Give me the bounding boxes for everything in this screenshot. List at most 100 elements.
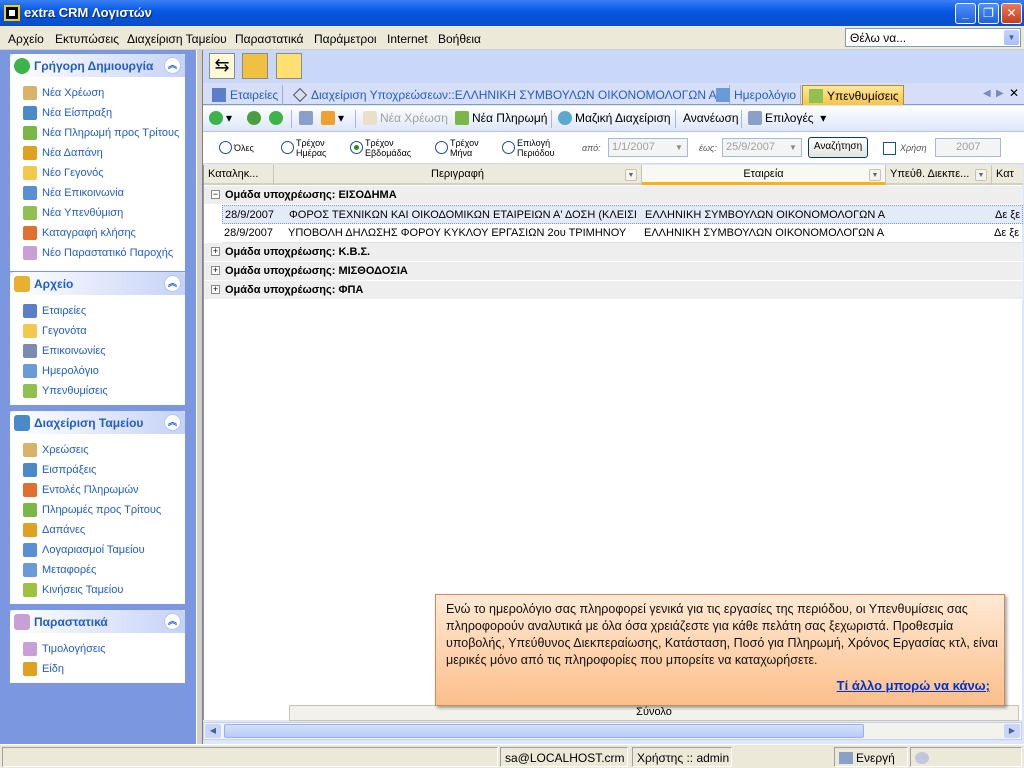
refresh-green-button[interactable] <box>247 111 264 125</box>
year-checkbox[interactable] <box>883 142 896 155</box>
from-date-input[interactable]: 1/1/2007 ▼ <box>608 138 688 157</box>
close-button[interactable]: ✕ <box>1001 3 1022 24</box>
col-description[interactable]: Περιγραφή ▼ <box>274 165 642 185</box>
col-company[interactable]: Εταιρεία ▼ <box>642 165 886 185</box>
group-row[interactable]: + Ομάδα υποχρέωσης: ΦΠΑ <box>204 281 1023 300</box>
sidebar-item-receipts[interactable]: Εισπράξεις <box>11 461 184 481</box>
search-button[interactable]: Αναζήτηση <box>808 137 868 158</box>
tab-scroll-right-icon[interactable]: ▶ <box>996 88 1004 99</box>
search-input[interactable]: Θέλω να... ▼ <box>845 28 1021 47</box>
chevron-down-icon[interactable]: ▼ <box>672 140 686 155</box>
swap-arrows-icon[interactable]: ⇆ <box>209 53 235 79</box>
menu-prints[interactable]: Εκτυπώσεις <box>55 32 119 46</box>
filter-dropdown-icon[interactable]: ▼ <box>869 169 881 181</box>
windows-icon[interactable] <box>276 53 302 79</box>
col-status[interactable]: Κατ <box>992 165 1023 185</box>
collapse-icon[interactable]: ︽ <box>164 414 181 431</box>
sidebar-item-log-call[interactable]: Καταγραφή κλήσης <box>11 224 184 244</box>
sidebar-item-expenses[interactable]: Δαπάνες <box>11 521 184 541</box>
sidebar-item-calendar[interactable]: Ημερολόγιο <box>11 362 184 382</box>
sidebar-item-reminders[interactable]: Υπενθυμίσεις <box>11 382 184 402</box>
group-row[interactable]: + Ομάδα υποχρέωσης: Κ.Β.Σ. <box>204 243 1023 262</box>
menu-file[interactable]: Αρχείο <box>8 32 44 46</box>
menu-parameters[interactable]: Παράμετροι <box>314 32 377 46</box>
sidebar-item-companies[interactable]: Εταιρείες <box>11 302 184 322</box>
restore-button[interactable]: ❐ <box>978 3 999 24</box>
new-charge-button[interactable]: Νέα Χρέωση <box>363 111 448 125</box>
collapse-icon[interactable]: ︽ <box>164 57 181 74</box>
radio-current-week[interactable] <box>350 141 363 154</box>
what-else-link[interactable]: Τί άλλο μπορώ να κάνω; <box>837 678 990 693</box>
sidebar-item-communications[interactable]: Επικοινωνίες <box>11 342 184 362</box>
tab-obligations[interactable]: Διαχείριση Υποχρεώσεων::ΕΛΛΗΝΙΚΗ ΣΥΜΒΟΥΛ… <box>287 85 730 105</box>
sidebar-item-new-communication[interactable]: Νέα Επικοινωνία <box>11 184 184 204</box>
table-row[interactable]: 28/9/2007 ΦΟΡΟΣ ΤΕΧΝΙΚΩΝ ΚΑΙ ΟΙΚΟΔΟΜΙΚΩΝ… <box>222 205 1023 224</box>
chevron-down-icon[interactable]: ▼ <box>786 140 800 155</box>
menu-help[interactable]: Βοήθεια <box>438 32 481 46</box>
bulk-management-button[interactable]: Μαζική Διαχείριση <box>558 111 671 125</box>
sidebar-item-transfers[interactable]: Μεταφορές <box>11 561 184 581</box>
tab-reminders[interactable]: Υπενθυμίσεις <box>802 85 904 105</box>
chevron-down-icon[interactable]: ▼ <box>1004 30 1019 45</box>
panel-header-archive[interactable]: Αρχείο ︽ <box>10 272 185 295</box>
expand-icon[interactable]: + <box>211 247 220 256</box>
collapse-icon[interactable]: − <box>211 190 220 199</box>
scroll-left-icon[interactable]: ◀ <box>205 724 221 738</box>
tab-scroll-left-icon[interactable]: ◀ <box>983 88 991 99</box>
sidebar-item-charges[interactable]: Χρεώσεις <box>11 441 184 461</box>
sidebar-item-cash-movements[interactable]: Κινήσεις Ταμείου <box>11 581 184 601</box>
year-stepper[interactable]: 2007 <box>935 138 1001 157</box>
refresh-button[interactable]: Ανανέωση <box>683 111 739 125</box>
sidebar-item-new-expense[interactable]: Νέα Δαπάνη <box>11 144 184 164</box>
panel-header-documents[interactable]: Παραστατικά ︽ <box>10 610 185 633</box>
menu-internet[interactable]: Internet <box>387 32 428 46</box>
to-date-input[interactable]: 25/9/2007 ▼ <box>722 138 802 157</box>
filter-dropdown-icon[interactable]: ▼ <box>625 169 637 181</box>
scroll-thumb[interactable] <box>224 724 864 738</box>
new-payment-button[interactable]: Νέα Πληρωμή <box>455 111 547 125</box>
modules-icon[interactable] <box>242 53 268 79</box>
expand-icon[interactable]: + <box>211 266 220 275</box>
sidebar-item-new-receipt[interactable]: Νέα Είσπραξη <box>11 104 184 124</box>
menu-documents[interactable]: Παραστατικά <box>235 32 303 46</box>
tab-calendar[interactable]: Ημερολόγιο <box>710 85 802 105</box>
minimize-button[interactable]: _ <box>955 3 976 24</box>
sidebar-item-events[interactable]: Γεγονότα <box>11 322 184 342</box>
menu-cash[interactable]: Διαχείριση Ταμείου <box>127 32 227 46</box>
table-row[interactable]: 28/9/2007 ΥΠΟΒΟΛΗ ΔΗΛΩΣΗΣ ΦΟΡΟΥ ΚΥΚΛΟΥ Ε… <box>222 224 1023 243</box>
sidebar-item-items[interactable]: Είδη <box>11 660 184 680</box>
horizontal-scrollbar[interactable]: ◀ ▶ <box>203 722 1022 740</box>
app-icon[interactable] <box>4 5 20 21</box>
sidebar-item-third-party-payments[interactable]: Πληρωμές προς Τρίτους <box>11 501 184 521</box>
remove-button[interactable] <box>269 111 286 125</box>
expand-icon[interactable]: + <box>211 285 220 294</box>
sidebar-item-new-charge[interactable]: Νέα Χρέωση <box>11 84 184 104</box>
sidebar-item-new-third-party-payment[interactable]: Νέα Πληρωμή προς Τρίτους <box>11 124 184 144</box>
sidebar-item-new-service-document[interactable]: Νέο Παραστατικό Παροχής <box>11 244 184 264</box>
radio-all[interactable] <box>219 141 232 154</box>
radio-select-period[interactable] <box>502 141 515 154</box>
group-row[interactable]: + Ομάδα υποχρέωσης: ΜΙΣΘΟΔΟΣΙΑ <box>204 262 1023 281</box>
panel-header-cash-management[interactable]: Διαχείριση Ταμείου ︽ <box>10 411 185 434</box>
radio-current-month[interactable] <box>435 141 448 154</box>
radio-current-day[interactable] <box>281 141 294 154</box>
collapse-icon[interactable]: ︽ <box>164 613 181 630</box>
col-deadline[interactable]: Καταληκ... <box>204 165 274 185</box>
scroll-right-icon[interactable]: ▶ <box>1004 724 1020 738</box>
sidebar-item-new-event[interactable]: Νέο Γεγονός <box>11 164 184 184</box>
group-row[interactable]: − Ομάδα υποχρέωσης: ΕΙΣΟΔΗΜΑ <box>204 186 1023 205</box>
tab-close-icon[interactable]: ✕ <box>1009 86 1019 100</box>
collapse-icon[interactable]: ︽ <box>164 275 181 292</box>
sidebar-item-new-reminder[interactable]: Νέα Υπενθύμιση <box>11 204 184 224</box>
options-button[interactable]: Επιλογές ▾ <box>748 111 826 125</box>
sidebar-item-payment-orders[interactable]: Εντολές Πληρωμών <box>11 481 184 501</box>
col-responsible[interactable]: Υπεύθ. Διεκπε... ▼ <box>886 165 992 185</box>
export-button[interactable]: ▾ <box>321 111 344 125</box>
sidebar-item-invoicing[interactable]: Τιμολογήσεις <box>11 640 184 660</box>
add-button[interactable]: ▾ <box>209 111 232 125</box>
filter-dropdown-icon[interactable]: ▼ <box>975 169 987 181</box>
print-button[interactable] <box>299 111 316 125</box>
tab-companies[interactable]: Εταιρείες <box>206 85 284 105</box>
sidebar-item-cash-accounts[interactable]: Λογαριασμοί Ταμείου <box>11 541 184 561</box>
sidebar-splitter[interactable] <box>196 50 203 744</box>
